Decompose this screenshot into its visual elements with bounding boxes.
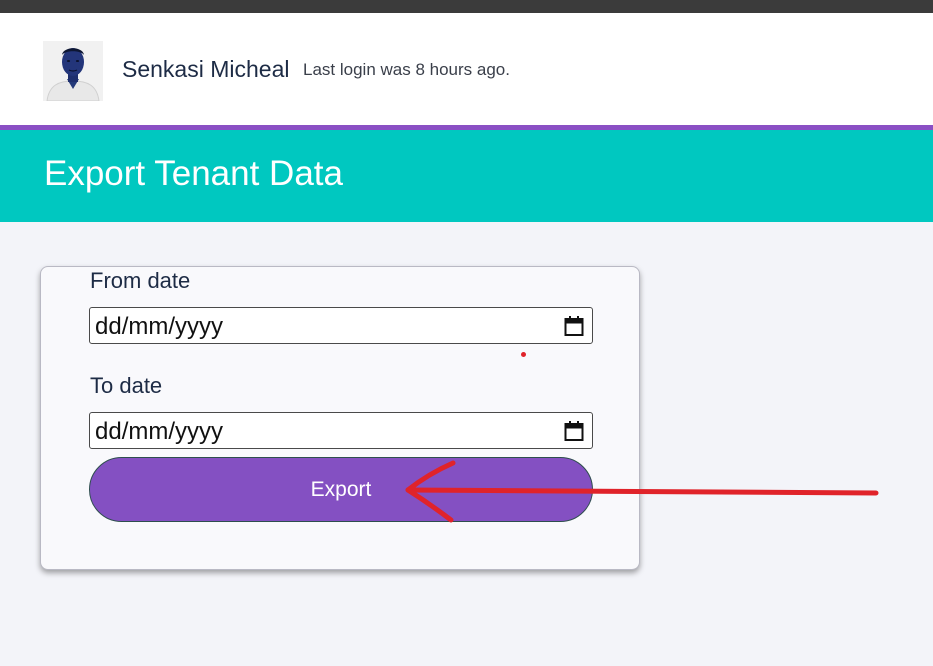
- last-login-text: Last login was 8 hours ago.: [303, 60, 510, 79]
- user-header: Senkasi Micheal Last login was 8 hours a…: [0, 13, 933, 125]
- to-date-value: dd/mm/yyyy: [95, 418, 224, 445]
- calendar-icon[interactable]: [564, 420, 584, 442]
- to-date-input[interactable]: dd/mm/yyyy: [89, 412, 593, 449]
- avatar: [43, 41, 103, 101]
- from-date-input[interactable]: dd/mm/yyyy: [89, 307, 593, 344]
- annotation-dot: [521, 352, 526, 357]
- calendar-icon[interactable]: [564, 315, 584, 337]
- export-button[interactable]: Export: [89, 457, 593, 522]
- from-date-label: From date: [90, 268, 191, 293]
- top-bar: [0, 0, 933, 13]
- from-date-value: dd/mm/yyyy: [95, 313, 224, 340]
- page-title: Export Tenant Data: [44, 154, 343, 193]
- to-date-label: To date: [90, 373, 163, 398]
- user-name: Senkasi Micheal: [122, 56, 290, 82]
